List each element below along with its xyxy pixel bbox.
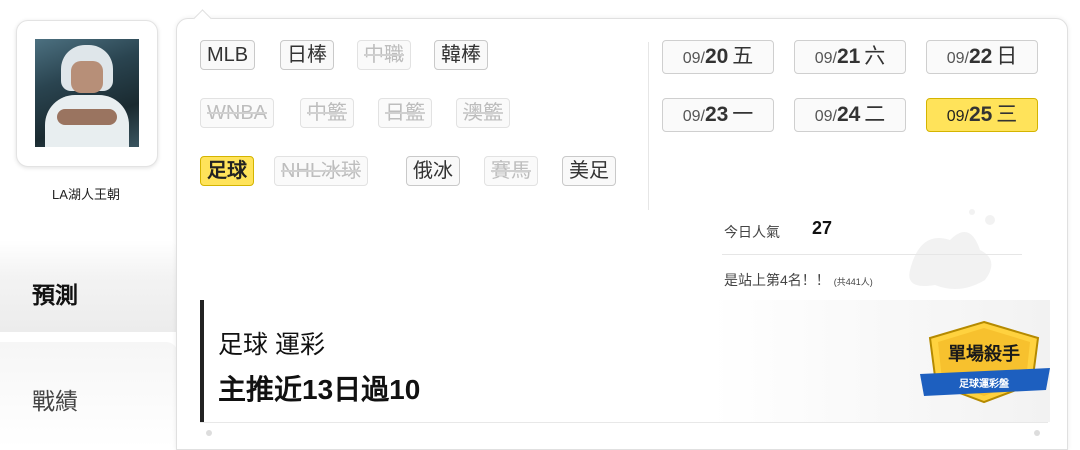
league-chip-cba[interactable]: 中籃 bbox=[300, 98, 354, 128]
badge-title: 單場殺手 bbox=[948, 343, 1020, 364]
avatar-card bbox=[16, 20, 158, 167]
date-chip[interactable]: 09/24 二 bbox=[794, 98, 906, 132]
league-chip-mlb[interactable]: MLB bbox=[200, 40, 256, 70]
date-day: 20 bbox=[704, 45, 729, 68]
date-weekday: 五 bbox=[732, 45, 754, 68]
date-day: 22 bbox=[968, 45, 993, 68]
killer-badge-icon: 單場殺手 足球運彩盤 bbox=[920, 320, 1050, 404]
league-chip-nhl[interactable]: NHL冰球 bbox=[274, 156, 369, 186]
date-month: 09/ bbox=[814, 108, 837, 125]
avatar-face bbox=[71, 61, 103, 93]
avatar-arms bbox=[57, 109, 117, 125]
league-chip-nbl[interactable]: 澳籃 bbox=[456, 98, 510, 128]
date-month: 09/ bbox=[946, 50, 969, 67]
league-chip-horse[interactable]: 賽馬 bbox=[484, 156, 538, 186]
date-day: 21 bbox=[836, 45, 861, 68]
league-chip-cpbl[interactable]: 中職 bbox=[357, 40, 411, 70]
date-month: 09/ bbox=[814, 50, 837, 67]
league-chip-khl[interactable]: 俄冰 bbox=[406, 156, 460, 186]
popularity-divider bbox=[722, 254, 1022, 255]
date-weekday: 一 bbox=[732, 103, 754, 126]
date-day: 24 bbox=[836, 103, 861, 126]
league-chip-wnba[interactable]: WNBA bbox=[200, 98, 274, 128]
tab-record[interactable]: 戰績 bbox=[0, 342, 178, 448]
date-chip[interactable]: 09/21 六 bbox=[794, 40, 906, 74]
rank-label: 是站上第4名！！ bbox=[724, 272, 830, 288]
card-dot-left bbox=[206, 430, 212, 436]
date-weekday: 三 bbox=[996, 103, 1018, 126]
league-chip-kbo[interactable]: 韓棒 bbox=[434, 40, 488, 70]
splash-decoration-icon bbox=[909, 209, 995, 289]
date-month: 09/ bbox=[946, 108, 969, 125]
popularity-value: 27 bbox=[812, 218, 833, 238]
date-weekday: 二 bbox=[864, 103, 886, 126]
divider bbox=[648, 42, 649, 210]
badge-subtitle: 足球運彩盤 bbox=[959, 377, 1010, 390]
card-dot-right bbox=[1034, 430, 1040, 436]
league-chip-soccer[interactable]: 足球 bbox=[200, 156, 254, 186]
league-chip-bleague[interactable]: 日籃 bbox=[378, 98, 432, 128]
date-month: 09/ bbox=[682, 108, 705, 125]
rank-total: (共441人) bbox=[833, 277, 873, 287]
date-weekday: 日 bbox=[996, 45, 1018, 68]
date-day: 23 bbox=[704, 103, 729, 126]
username[interactable]: LA湖人王朝 bbox=[0, 184, 172, 203]
date-month: 09/ bbox=[682, 50, 705, 67]
date-chip[interactable]: 09/22 日 bbox=[926, 40, 1038, 74]
tab-predict[interactable]: 預測 bbox=[0, 240, 178, 332]
league-chip-npb[interactable]: 日棒 bbox=[280, 40, 334, 70]
avatar[interactable] bbox=[35, 39, 139, 147]
date-chip[interactable]: 09/20 五 bbox=[662, 40, 774, 74]
card-bottom-line bbox=[200, 422, 1048, 423]
date-weekday: 六 bbox=[864, 45, 886, 68]
card-title: 足球 運彩 bbox=[218, 331, 325, 359]
tab-record-label: 戰績 bbox=[32, 388, 78, 414]
date-chip[interactable]: 09/23 一 bbox=[662, 98, 774, 132]
date-day: 25 bbox=[968, 103, 993, 126]
rank-text: 是站上第4名！！ (共441人) bbox=[724, 270, 873, 290]
tab-predict-label: 預測 bbox=[32, 282, 78, 308]
league-chip-nfl[interactable]: 美足 bbox=[562, 156, 616, 186]
card-stat: 主推近13日過10 bbox=[218, 374, 421, 405]
popularity-label: 今日人氣 bbox=[724, 224, 780, 240]
date-chip-selected[interactable]: 09/25 三 bbox=[926, 98, 1038, 132]
